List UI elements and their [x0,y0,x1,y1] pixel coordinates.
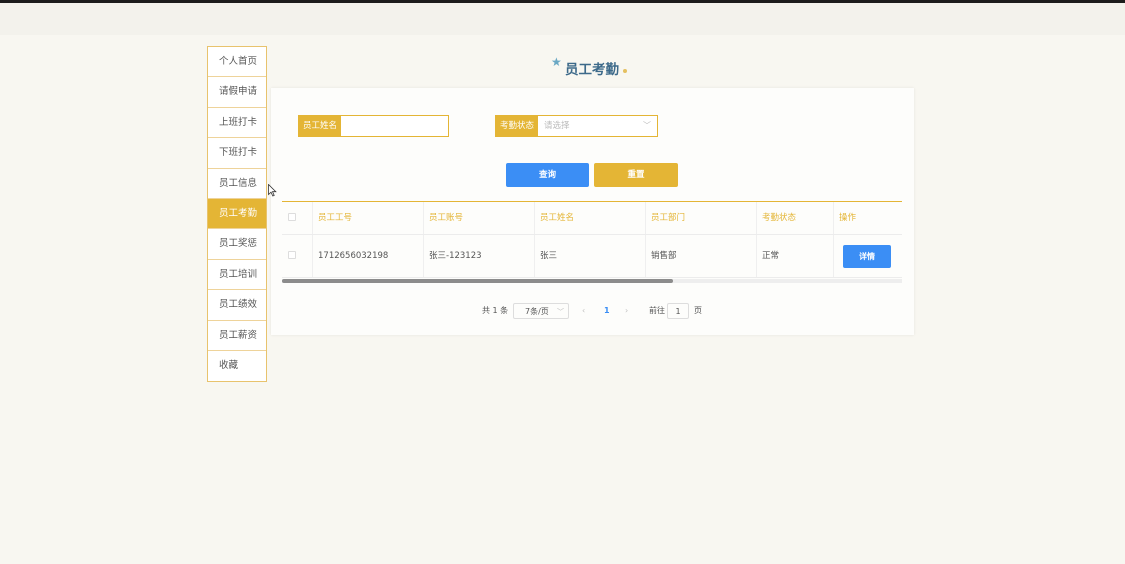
goto-page-input[interactable]: 1 [667,303,689,319]
chevron-down-icon: ﹀ [643,121,651,130]
scrollbar-thumb[interactable] [282,279,673,283]
top-bar [0,3,1125,35]
pagination: 共 1 条 7条/页 ﹀ ‹ 1 › 前往 1 页 [271,303,914,319]
sidebar: 个人首页 请假申请 上班打卡 下班打卡 员工信息 员工考勤 员工奖惩 员工培训 … [207,46,267,383]
next-page-icon[interactable]: › [625,303,628,319]
column-header-action: 操作 [839,213,857,223]
page-size-select[interactable]: 7条/页 ﹀ [513,303,569,319]
sidebar-item-home[interactable]: 个人首页 [208,47,266,78]
table-header-row: 员工工号 员工账号 员工姓名 员工部门 考勤状态 操作 [282,202,902,235]
sidebar-item-clock-out[interactable]: 下班打卡 [208,138,266,169]
star-icon: ★ [551,55,562,69]
page-title-text: 员工考勤 [565,62,619,78]
page-size-value: 7条/页 [525,307,549,316]
sidebar-item-attendance[interactable]: 员工考勤 [208,198,266,230]
column-header-name[interactable]: 员工姓名 [535,202,646,234]
row-checkbox[interactable] [288,251,296,259]
sidebar-item-employee-info[interactable]: 员工信息 [208,168,266,199]
row-select-cell [282,235,313,277]
sidebar-item-salary[interactable]: 员工薪资 [208,320,266,351]
cell-account: 张三-123123 [424,235,535,277]
table-row: 1712656032198 张三-123123 张三 销售部 正常 详情 [282,235,902,278]
sidebar-item-clock-in[interactable]: 上班打卡 [208,107,266,139]
attendance-status-label: 考勤状态 [496,116,539,136]
main-card: 员工姓名 考勤状态 请选择 ﹀ 查询 重置 员工工号 员工账号 员工姓名 员工部… [271,88,914,335]
attendance-status-field: 考勤状态 请选择 ﹀ [495,115,658,137]
attendance-table: 员工工号 员工账号 员工姓名 员工部门 考勤状态 操作 171265603219… [282,201,902,293]
column-header-account[interactable]: 员工账号 [424,202,535,234]
select-all-checkbox[interactable] [288,213,296,221]
cell-status: 正常 [757,235,834,277]
detail-button[interactable]: 详情 [843,245,891,268]
mouse-cursor-icon [268,184,277,197]
pagination-total: 共 1 条 [482,306,509,315]
horizontal-scrollbar[interactable] [282,279,902,283]
column-header-department[interactable]: 员工部门 [646,202,757,234]
page-unit-label: 页 [694,306,702,315]
sidebar-item-leave-request[interactable]: 请假申请 [208,77,266,108]
reset-button[interactable]: 重置 [594,163,678,187]
page-number-current[interactable]: 1 [604,303,610,319]
select-all-cell [282,202,313,234]
page-title: ★ 员工考勤 [548,55,638,79]
column-header-status[interactable]: 考勤状态 [757,202,834,234]
title-dot-decoration [623,69,627,73]
query-button[interactable]: 查询 [506,163,589,187]
employee-name-input[interactable] [345,116,445,136]
prev-page-icon[interactable]: ‹ [582,303,585,319]
cell-department: 销售部 [646,235,757,277]
employee-name-label: 员工姓名 [299,116,342,136]
attendance-status-select[interactable]: 请选择 [544,116,652,136]
sidebar-item-rewards[interactable]: 员工奖惩 [208,229,266,260]
cell-action: 详情 [834,235,902,277]
sidebar-item-performance[interactable]: 员工绩效 [208,290,266,321]
cell-employee-id: 1712656032198 [313,235,424,277]
chevron-down-icon: ﹀ [557,308,564,316]
sidebar-item-training[interactable]: 员工培训 [208,259,266,291]
employee-name-field: 员工姓名 [298,115,449,137]
column-header-employee-id[interactable]: 员工工号 [313,202,424,234]
cell-name: 张三 [535,235,646,277]
sidebar-item-favorites[interactable]: 收藏 [208,350,266,382]
goto-label: 前往 [649,306,665,315]
